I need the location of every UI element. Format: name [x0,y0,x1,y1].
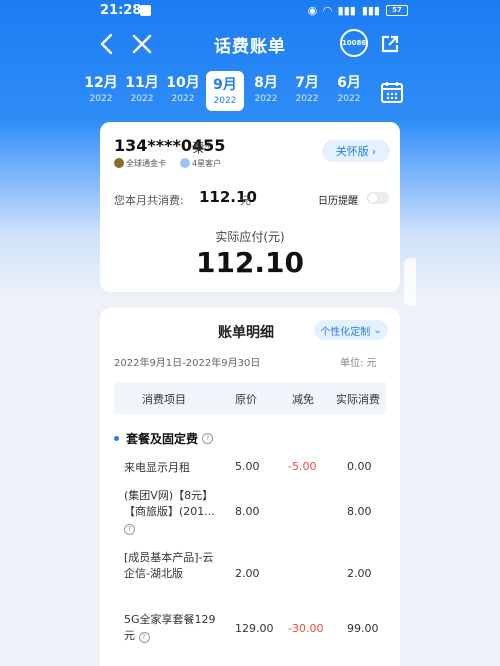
battery-icon: 57 [386,5,408,16]
item-discount: -30.00 [288,622,324,635]
spend-unit: 元 [240,194,251,207]
actual-pay-label: 实际应付(元) [215,230,285,244]
month-selector: 12月 2022 11月 2022 10月 2022 9月 2022 8月 2022 7月… [82,71,372,112]
calendar-remind-label: 日历提醒 [318,196,358,207]
care-mode-button[interactable]: 关怀版 › [322,140,390,162]
section-title-label: 套餐及固定费 [126,432,199,446]
item-actual: 2.00 [347,567,372,580]
item-actual: 0.00 [347,460,372,473]
star-customer-icon [180,158,190,168]
month-tab-selected[interactable]: 9月 2022 [206,71,244,111]
column-header: 消费项目 [142,393,186,406]
item-original-price: 8.00 [235,505,260,518]
help-icon[interactable]: ? [202,433,214,444]
calendar-button[interactable] [380,80,404,104]
wifi-icon: ◠ [323,4,332,17]
gold-card-icon [114,158,124,168]
chevron-right-icon: › [371,144,377,158]
tier-tag: 全球通金卡 [114,156,166,170]
status-icons: ◉ ◠ ▮▮▮ ▮▮▮ 57 [308,4,408,17]
signal-icon-2: ▮▮▮ [361,4,380,17]
customize-button[interactable]: 个性化定制 ⌄ [314,320,388,340]
calendar-remind-toggle[interactable] [367,192,389,204]
item-actual: 8.00 [347,505,372,518]
page-title: 话费账单 [214,37,286,57]
section-title: 套餐及固定费 ? [114,430,214,447]
eye-icon: ◉ [307,4,318,17]
share-button[interactable] [374,28,406,60]
billing-period: 2022年9月1日-2022年9月30日 [114,358,261,369]
column-header: 减免 [292,393,314,406]
column-header: 原价 [235,393,257,406]
month-tab[interactable]: 12月 2022 [82,72,120,104]
tier-tag-label: 全球通金卡 [126,158,166,168]
customize-label: 个性化定制 [320,326,371,338]
item-name: 来电显示月租 [124,461,190,474]
item-actual: 99.00 [347,622,379,635]
side-drawer-handle[interactable] [404,258,416,306]
month-tab[interactable]: 10月 2022 [164,72,202,104]
signal-icon: ▮▮▮ [337,4,356,17]
detail-card: 账单明细 个性化定制 ⌄ 2022年9月1日-2022年9月30日 单位: 元 … [100,308,400,666]
month-tab[interactable]: 8月 2022 [247,72,285,104]
table-header: 消费项目 原价 减免 实际消费 [114,382,386,414]
chevron-down-icon: ⌄ [373,324,382,336]
spend-label: 您本月共消费: [114,194,184,207]
care-mode-label: 关怀版 [335,145,369,158]
user-name: 秦* [192,141,212,156]
item-original-price: 2.00 [235,567,260,580]
help-icon[interactable]: ? [138,632,150,643]
star-tag: 4星客户 [180,156,221,170]
item-discount: -5.00 [288,460,317,473]
notification-icon [140,5,151,16]
column-header: 实际消费 [336,393,380,406]
service-10086-button[interactable]: 10086 [340,29,368,57]
month-tab[interactable]: 6月 2022 [330,72,368,104]
item-original-price: 5.00 [235,460,260,473]
month-tab[interactable]: 11月 2022 [123,72,161,104]
summary-card: 134****0455 秦* 全球通金卡 4星客户 关怀版 › 您本月共消费: … [100,122,400,292]
star-tag-label: 4星客户 [192,158,222,168]
share-icon [381,35,399,53]
actual-pay-amount: 112.10 [195,246,305,279]
detail-title: 账单明细 [218,325,274,341]
unit-label: 单位: 元 [340,358,377,369]
item-name: 5G全家享套餐129元 ? [124,613,216,643]
calendar-icon [381,82,403,103]
item-name: (集团V网)【8元】【商旅版】(201... ? [124,489,215,535]
status-bar: 21:28 ◉ ◠ ▮▮▮ ▮▮▮ 57 [0,0,500,22]
item-original-price: 129.00 [235,622,274,635]
bullet-icon [114,436,119,441]
help-icon[interactable]: ? [124,524,135,535]
nav-bar: 话费账单 10086 [0,22,500,66]
item-name: [成员基本产品]-云企信-湖北版 [124,551,214,580]
month-tab[interactable]: 7月 2022 [288,72,326,104]
status-time: 21:28 [100,3,142,18]
